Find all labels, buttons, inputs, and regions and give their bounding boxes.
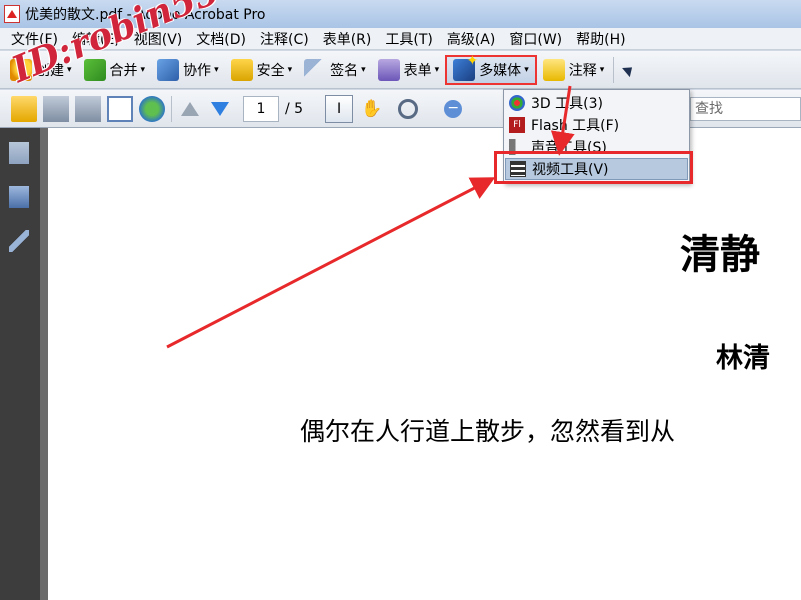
form-icon xyxy=(377,58,400,81)
menu-comments[interactable]: 注释(C) xyxy=(253,29,316,49)
secure-button[interactable]: 安全 ▾ xyxy=(225,55,299,85)
toolbar-separator xyxy=(171,95,172,122)
chevron-down-icon: ▾ xyxy=(214,64,219,75)
collaborate-label: 协作 xyxy=(183,62,212,79)
document-area xyxy=(40,128,801,600)
secure-label: 安全 xyxy=(256,62,285,79)
combine-label: 合并 xyxy=(109,62,138,79)
open-folder-icon[interactable] xyxy=(11,95,37,122)
menu-item-flash-tool[interactable]: Fl Flash 工具(F) xyxy=(505,114,688,136)
forms-button[interactable]: 表单 ▾ xyxy=(372,55,446,85)
tasks-toolbar: 创建▾ 合并▾ 协作▾ 安全▾ 签名▾ 表单▾ 多媒体▾ 注释▾ xyxy=(0,51,801,89)
pdf-page xyxy=(48,128,801,600)
chevron-down-icon: ▾ xyxy=(140,64,146,75)
toolbar-separator xyxy=(613,56,615,83)
3d-icon xyxy=(509,95,525,111)
select-tool-icon[interactable]: I xyxy=(325,94,354,123)
multimedia-icon xyxy=(453,53,478,81)
email-icon[interactable] xyxy=(107,95,133,122)
chevron-down-icon: ▾ xyxy=(434,64,440,75)
chevron-down-icon: ▾ xyxy=(361,64,366,75)
upload-globe-icon[interactable] xyxy=(139,95,165,122)
search-input[interactable]: 查找 xyxy=(690,97,801,121)
pen-icon xyxy=(304,58,327,81)
collaborate-icon xyxy=(157,58,180,81)
lock-icon xyxy=(230,58,253,81)
forms-label: 表单 xyxy=(403,62,432,79)
signatures-icon[interactable] xyxy=(9,230,29,252)
pages-icon[interactable] xyxy=(9,142,29,164)
sign-label: 签名 xyxy=(330,62,359,79)
chevron-down-icon: ▾ xyxy=(599,64,605,75)
menu-help[interactable]: 帮助(H) xyxy=(569,29,632,49)
multimedia-button[interactable]: 多媒体▾ xyxy=(445,53,537,85)
zoom-out-icon[interactable]: − xyxy=(444,99,463,118)
document-author: 林清 xyxy=(716,343,770,374)
menu-advanced[interactable]: 高级(A) xyxy=(440,29,503,49)
previous-page-icon[interactable] xyxy=(181,101,199,116)
menu-item-3d-tool[interactable]: 3D 工具(3) xyxy=(505,92,688,114)
comment-icon xyxy=(542,58,565,81)
collaborate-button[interactable]: 协作 ▾ xyxy=(151,55,225,85)
page-total: / 5 xyxy=(285,100,304,117)
attachments-icon[interactable] xyxy=(9,186,29,208)
sign-button[interactable]: 签名 ▾ xyxy=(298,55,372,85)
document-title: 清静 xyxy=(680,232,760,278)
menu-window[interactable]: 窗口(W) xyxy=(502,29,569,49)
menu-item-label: 3D 工具(3) xyxy=(531,96,603,112)
flash-icon: Fl xyxy=(509,117,525,133)
print-icon[interactable] xyxy=(75,95,101,122)
pointer-icon[interactable] xyxy=(622,62,637,77)
menu-tools[interactable]: 工具(T) xyxy=(378,29,439,49)
comment-button[interactable]: 注释 ▾ xyxy=(537,55,611,85)
document-body-text: 偶尔在人行道上散步，忽然看到从 xyxy=(300,417,676,446)
menu-document[interactable]: 文档(D) xyxy=(189,29,253,49)
chevron-down-icon: ▾ xyxy=(524,64,529,75)
comment-label: 注释 xyxy=(568,62,597,79)
next-page-icon[interactable] xyxy=(211,101,229,116)
pdf-file-icon xyxy=(4,5,20,23)
menu-forms[interactable]: 表单(R) xyxy=(316,29,379,49)
hand-tool-icon[interactable]: ✋ xyxy=(361,99,382,119)
chevron-down-icon: ▾ xyxy=(287,64,293,75)
zoom-tool-icon[interactable] xyxy=(398,98,419,119)
multimedia-label: 多媒体 xyxy=(479,62,522,79)
save-icon[interactable] xyxy=(43,95,69,122)
navigation-pane xyxy=(0,128,40,600)
annotation-highlight-box xyxy=(494,151,693,184)
menu-item-label: Flash 工具(F) xyxy=(531,118,620,134)
page-number-input[interactable]: 1 xyxy=(243,95,279,122)
